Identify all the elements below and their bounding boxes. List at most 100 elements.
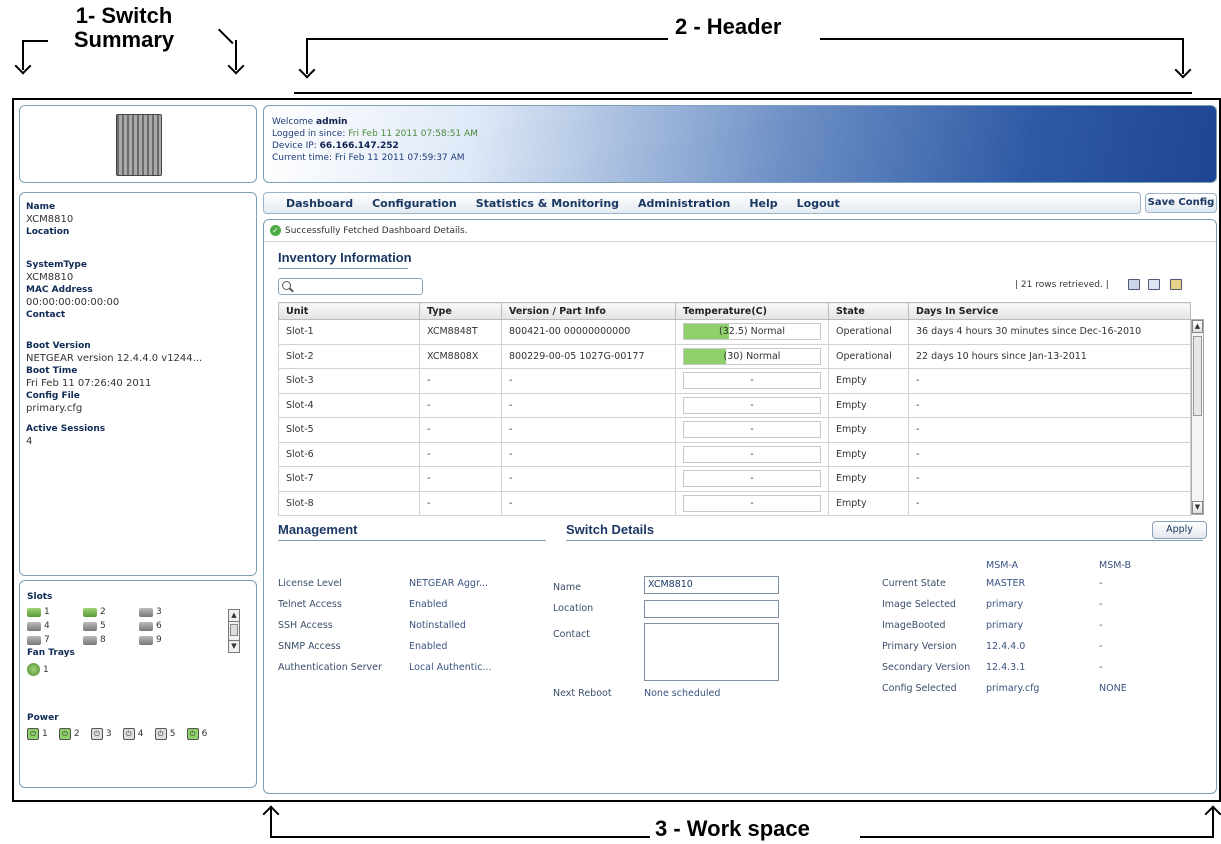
table-row[interactable]: Slot-4- - - Empty - <box>278 392 1191 418</box>
power-icon: ⏻ <box>27 728 39 740</box>
management-value: NETGEAR Aggr... <box>409 578 489 589</box>
scroll-thumb[interactable] <box>1193 336 1202 416</box>
temperature-cell: - <box>675 392 829 418</box>
next-reboot-value: None scheduled <box>644 688 721 699</box>
temperature-bar: - <box>683 470 821 488</box>
power-supply-item[interactable]: ⏻ 4 <box>122 728 144 740</box>
copy-icon[interactable] <box>1148 279 1160 290</box>
msm-row-label: Image Selected <box>882 599 956 610</box>
state-cell: Operational <box>828 343 909 369</box>
active-sessions-value: 4 <box>26 436 33 447</box>
menu-configuration[interactable]: Configuration <box>372 197 457 210</box>
power-supply-item[interactable]: ⏻ 3 <box>90 728 112 740</box>
menu-dashboard[interactable]: Dashboard <box>286 197 353 210</box>
name-label: Name <box>26 202 56 212</box>
slots-scrollbar[interactable]: ▲ ▼ <box>228 609 240 653</box>
slot-item[interactable]: 9 <box>139 635 195 645</box>
unit-cell: Slot-7 <box>278 466 420 492</box>
slot-item[interactable]: 8 <box>83 635 139 645</box>
save-config-button[interactable]: Save Config <box>1145 193 1217 213</box>
slot-item[interactable]: 7 <box>27 635 83 645</box>
search-field[interactable] <box>297 280 421 293</box>
state-cell: Operational <box>828 319 909 345</box>
slot-card-icon <box>27 621 41 631</box>
type-cell: - <box>419 368 502 394</box>
switch-name-input[interactable]: XCM8810 <box>644 576 779 594</box>
slot-item[interactable]: 4 <box>27 621 83 631</box>
scroll-down-icon[interactable]: ▼ <box>1192 501 1203 514</box>
days-in-service-cell: - <box>908 490 1191 516</box>
msm-b-value: NONE <box>1099 683 1127 694</box>
temperature-bar: - <box>683 445 821 463</box>
switch-contact-label: Contact <box>553 629 590 640</box>
menu-administration[interactable]: Administration <box>638 197 730 210</box>
management-label: License Level <box>278 578 342 589</box>
slot-item[interactable]: 3 <box>139 607 195 617</box>
power-icon: ⏻ <box>122 728 135 740</box>
temperature-bar: - <box>683 494 821 512</box>
temperature-cell: - <box>675 490 829 516</box>
table-scrollbar[interactable]: ▲ ▼ <box>1191 319 1204 515</box>
slot-item[interactable]: 6 <box>139 621 195 631</box>
column-header[interactable]: Days In Service <box>908 302 1191 320</box>
table-row[interactable]: Slot-8- - - Empty - <box>278 490 1191 516</box>
switch-location-input[interactable] <box>644 600 779 618</box>
column-header[interactable]: Unit <box>278 302 420 320</box>
fan-tray-item[interactable]: 1 <box>27 663 249 676</box>
columns-icon[interactable] <box>1170 279 1182 290</box>
state-cell: Empty <box>828 368 909 394</box>
menu-help[interactable]: Help <box>749 197 777 210</box>
table-row[interactable]: Slot-6- - - Empty - <box>278 441 1191 467</box>
scroll-up-icon[interactable]: ▲ <box>229 610 239 622</box>
slot-item[interactable]: 2 <box>83 607 139 617</box>
location-value <box>26 238 250 251</box>
slot-item[interactable]: 5 <box>83 621 139 631</box>
type-cell: XCM8848T <box>419 319 502 345</box>
msm-b-value: - <box>1099 578 1103 589</box>
table-row[interactable]: Slot-1 XCM8848T 800421-00 00000000000 (32.5… <box>278 319 1191 345</box>
management-label: Authentication Server <box>278 662 382 673</box>
slot-item[interactable]: 1 <box>27 607 83 617</box>
unit-cell: Slot-6 <box>278 441 420 467</box>
power-supply-item[interactable]: ⏻ 6 <box>186 728 207 740</box>
status-message: ✓ Successfully Fetched Dashboard Details… <box>270 225 468 236</box>
version-cell: - <box>501 490 676 516</box>
print-icon[interactable] <box>1128 279 1140 290</box>
slot-card-icon <box>83 621 97 631</box>
column-header[interactable]: State <box>828 302 909 320</box>
power-supplies: ⏻ 1 ⏻ 2 ⏻ 3 ⏻ 4 ⏻ 5 ⏻ 6 <box>27 728 249 740</box>
msm-b-value: - <box>1099 599 1103 610</box>
table-row[interactable]: Slot-7- - - Empty - <box>278 466 1191 492</box>
column-header[interactable]: Version / Part Info <box>501 302 676 320</box>
welcome-line: Welcome admin <box>272 117 348 127</box>
msm-a-value: 12.4.4.0 <box>986 641 1026 652</box>
scroll-up-icon[interactable]: ▲ <box>1192 320 1203 333</box>
rows-retrieved: | 21 rows retrieved. | <box>1015 280 1109 290</box>
next-reboot-label: Next Reboot <box>553 688 612 699</box>
table-row[interactable]: Slot-2 XCM8808X 800229-00-05 1027G-00177 (3… <box>278 343 1191 369</box>
menu-logout[interactable]: Logout <box>797 197 840 210</box>
logged-in-line: Logged in since: Fri Feb 11 2011 07:58:5… <box>272 129 478 139</box>
column-header[interactable]: Type <box>419 302 502 320</box>
search-input[interactable] <box>278 278 423 295</box>
table-row[interactable]: Slot-5- - - Empty - <box>278 417 1191 443</box>
type-cell: XCM8808X <box>419 343 502 369</box>
power-supply-item[interactable]: ⏻ 1 <box>27 728 48 740</box>
contact-label: Contact <box>26 310 66 320</box>
scroll-thumb[interactable] <box>230 624 238 636</box>
power-supply-item[interactable]: ⏻ 2 <box>58 728 80 740</box>
table-row[interactable]: Slot-3- - - Empty - <box>278 368 1191 394</box>
apply-button[interactable]: Apply <box>1152 521 1207 539</box>
power-supply-item[interactable]: ⏻ 5 <box>154 728 175 740</box>
slot-grid: 1 2 3 4 5 6 7 8 9 <box>27 607 207 645</box>
systemtype-label: SystemType <box>26 260 87 270</box>
switch-contact-input[interactable] <box>644 623 779 681</box>
temperature-cell: - <box>675 368 829 394</box>
column-header[interactable]: Temperature(C) <box>675 302 829 320</box>
fan-icon <box>27 663 40 676</box>
power-icon: ⏻ <box>186 728 199 740</box>
boot-version-value: NETGEAR version 12.4.4.0 v1244... <box>26 353 203 364</box>
menu-statistics-monitoring[interactable]: Statistics & Monitoring <box>476 197 619 210</box>
scroll-down-icon[interactable]: ▼ <box>229 640 239 652</box>
header-banner: Welcome admin Logged in since: Fri Feb 1… <box>263 105 1217 183</box>
